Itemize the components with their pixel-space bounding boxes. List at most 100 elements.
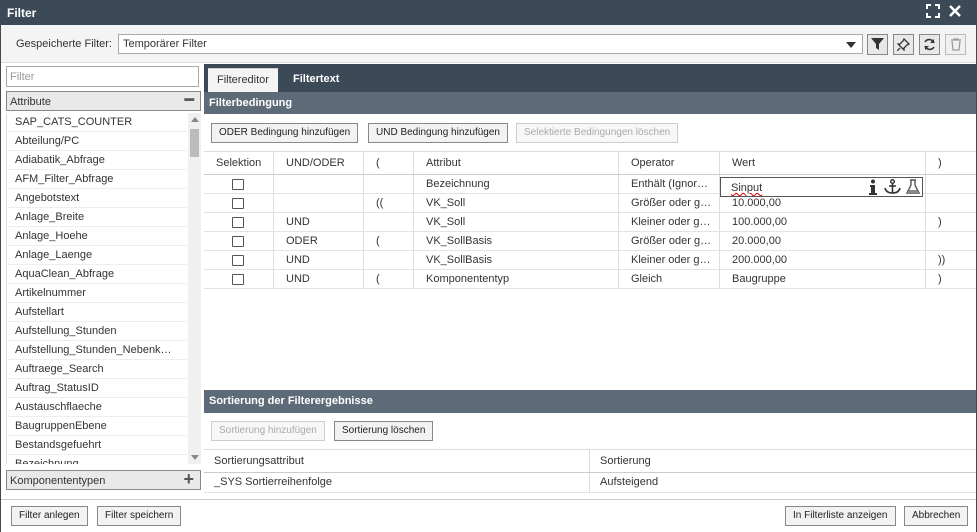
saved-filter-select[interactable]: Temporärer Filter — [118, 34, 863, 54]
pin-filter-button[interactable] — [893, 34, 914, 55]
condition-row[interactable]: ODER(VK_SollBasis Größer oder g… 20.000,00 — [204, 232, 976, 251]
sort-row[interactable]: _SYS Sortierreihenfolge Aufsteigend — [204, 473, 976, 493]
refresh-button[interactable] — [919, 34, 940, 55]
close-paren-cell — [926, 175, 976, 193]
value-edit-input[interactable]: Sinput — [720, 177, 923, 197]
attribute-list-item[interactable]: AquaClean_Abfrage — [7, 265, 187, 284]
attribute-list-item[interactable]: Bezeichnung — [7, 455, 187, 464]
andor-cell: UND — [274, 213, 364, 231]
col-selektion[interactable]: Selektion — [204, 152, 274, 174]
close-paren-cell: ) — [938, 216, 942, 228]
maximize-icon[interactable] — [925, 4, 941, 20]
apply-filter-button[interactable] — [867, 34, 888, 55]
attributes-group-header[interactable]: Attribute ━ — [6, 91, 201, 111]
selection-cell — [204, 175, 274, 193]
attribute-list-item[interactable]: Adiabatik_Abfrage — [7, 151, 187, 170]
chevron-down-icon — [846, 42, 856, 48]
sort-section-title: Sortierung der Filterergebnisse — [209, 395, 373, 407]
delete-selected-conditions-button[interactable]: Selektierte Bedingungen löschen — [516, 123, 679, 143]
delete-filter-button[interactable] — [945, 34, 966, 55]
cancel-button[interactable]: Abbrechen — [904, 506, 969, 526]
scroll-thumb[interactable] — [190, 129, 199, 157]
row-checkbox[interactable] — [232, 217, 244, 228]
attribute-list-item[interactable]: Bestandsgefuehrt — [7, 436, 187, 455]
tab-filtertext[interactable]: Filtertext — [284, 68, 348, 92]
sort-grid: Sortierungsattribut Sortierung _SYS Sort… — [204, 449, 976, 495]
andor-cell — [274, 194, 364, 212]
row-checkbox[interactable] — [232, 179, 244, 190]
attribute-cell: VK_Soll — [414, 213, 619, 231]
close-paren-cell: ) — [938, 273, 942, 285]
attribute-list-item[interactable]: SAP_CATS_COUNTER — [7, 113, 187, 132]
scroll-up-icon[interactable] — [191, 117, 199, 122]
delete-sort-button[interactable]: Sortierung löschen — [334, 421, 434, 441]
row-checkbox[interactable] — [232, 255, 244, 266]
col-close-paren[interactable]: ) — [926, 152, 976, 174]
col-sortierung[interactable]: Sortierung — [590, 450, 976, 472]
footer-bar: Filter anlegen Filter speichern In Filte… — [1, 499, 976, 532]
condition-row[interactable]: UND VK_SollBasis Kleiner oder g… 200.000,00… — [204, 251, 976, 270]
col-attribut[interactable]: Attribut — [414, 152, 619, 174]
attributes-group-label: Attribute — [10, 96, 51, 108]
attribute-list-item[interactable]: Aufstellung_Stunden — [7, 322, 187, 341]
attribute-panel: Filter Attribute ━ SAP_CATS_COUNTER Abtei… — [4, 64, 201, 496]
col-sortierungsattribut[interactable]: Sortierungsattribut — [204, 450, 590, 472]
attribute-list-item[interactable]: Anlage_Breite — [7, 208, 187, 227]
attribute-list-item[interactable]: Auftrag_StatusID — [7, 379, 187, 398]
attribute-list-item[interactable]: Artikelnummer — [7, 284, 187, 303]
row-checkbox[interactable] — [232, 198, 244, 209]
anchor-icon[interactable] — [884, 179, 901, 198]
value-cell: 20.000,00 — [720, 232, 926, 250]
info-icon[interactable] — [868, 179, 878, 198]
row-checkbox[interactable] — [232, 274, 244, 285]
attribute-list-item[interactable]: Auftraege_Search — [7, 360, 187, 379]
attribute-list-item[interactable]: Abteilung/PC — [7, 132, 187, 151]
components-group-label: Komponententypen — [10, 475, 106, 487]
saved-filter-label: Gespeicherte Filter: — [16, 38, 112, 50]
show-in-filter-list-button[interactable]: In Filterliste anzeigen — [785, 506, 896, 526]
collapse-icon[interactable]: ━ — [184, 93, 194, 109]
close-icon[interactable] — [947, 4, 963, 20]
attribute-list: SAP_CATS_COUNTER Abteilung/PC Adiabatik_Ab… — [6, 113, 201, 464]
value-cell: Baugruppe — [720, 270, 926, 288]
value-edit-text: Sinput — [731, 182, 763, 194]
attribute-list-item[interactable]: Angebotstext — [7, 189, 187, 208]
condition-row[interactable]: UND VK_Soll Kleiner oder g… 100.000,00) — [204, 213, 976, 232]
attribute-list-item[interactable]: Aufstellart — [7, 303, 187, 322]
operator-cell: Enthält (Ignor… — [619, 175, 720, 193]
value-cell: 100.000,00 — [720, 213, 926, 231]
attribute-search-input[interactable]: Filter — [6, 66, 199, 87]
selection-cell — [204, 213, 274, 231]
andor-cell — [274, 175, 364, 193]
attribute-list-item[interactable]: Anlage_Hoehe — [7, 227, 187, 246]
selection-cell — [204, 232, 274, 250]
attribute-list-item[interactable]: Anlage_Laenge — [7, 246, 187, 265]
attribute-cell: VK_SollBasis — [414, 232, 619, 250]
col-operator[interactable]: Operator — [619, 152, 720, 174]
create-filter-button[interactable]: Filter anlegen — [11, 506, 88, 526]
attribute-list-item[interactable]: AFM_Filter_Abfrage — [7, 170, 187, 189]
save-filter-button[interactable]: Filter speichern — [97, 506, 182, 526]
sort-attribute-cell: _SYS Sortierreihenfolge — [204, 473, 590, 492]
add-or-condition-button[interactable]: ODER Bedingung hinzufügen — [211, 123, 359, 143]
open-paren-cell — [364, 213, 414, 231]
expand-plus-icon[interactable]: + — [183, 470, 194, 488]
add-sort-button[interactable]: Sortierung hinzufügen — [211, 421, 325, 441]
add-and-condition-button[interactable]: UND Bedingung hinzufügen — [368, 123, 508, 143]
attribute-list-item[interactable]: Aufstellung_Stunden_Nebenk… — [7, 341, 187, 360]
col-open-paren[interactable]: ( — [364, 152, 414, 174]
attribute-list-item[interactable]: BaugruppenEbene — [7, 417, 187, 436]
components-group-header[interactable]: Komponententypen + — [6, 470, 201, 490]
close-paren-cell — [926, 194, 976, 212]
flask-icon[interactable] — [905, 179, 921, 198]
tab-filtereditor[interactable]: Filtereditor — [208, 68, 278, 92]
row-checkbox[interactable] — [232, 236, 244, 247]
condition-row[interactable]: UND(Komponententyp Gleich Baugruppe) — [204, 270, 976, 289]
selection-cell — [204, 194, 274, 212]
scroll-down-icon[interactable] — [191, 455, 199, 460]
attribute-list-item[interactable]: Austauschflaeche — [7, 398, 187, 417]
col-und-oder[interactable]: UND/ODER — [274, 152, 364, 174]
selection-cell — [204, 251, 274, 269]
col-wert[interactable]: Wert — [720, 152, 926, 174]
attribute-list-scrollbar[interactable] — [188, 113, 201, 464]
